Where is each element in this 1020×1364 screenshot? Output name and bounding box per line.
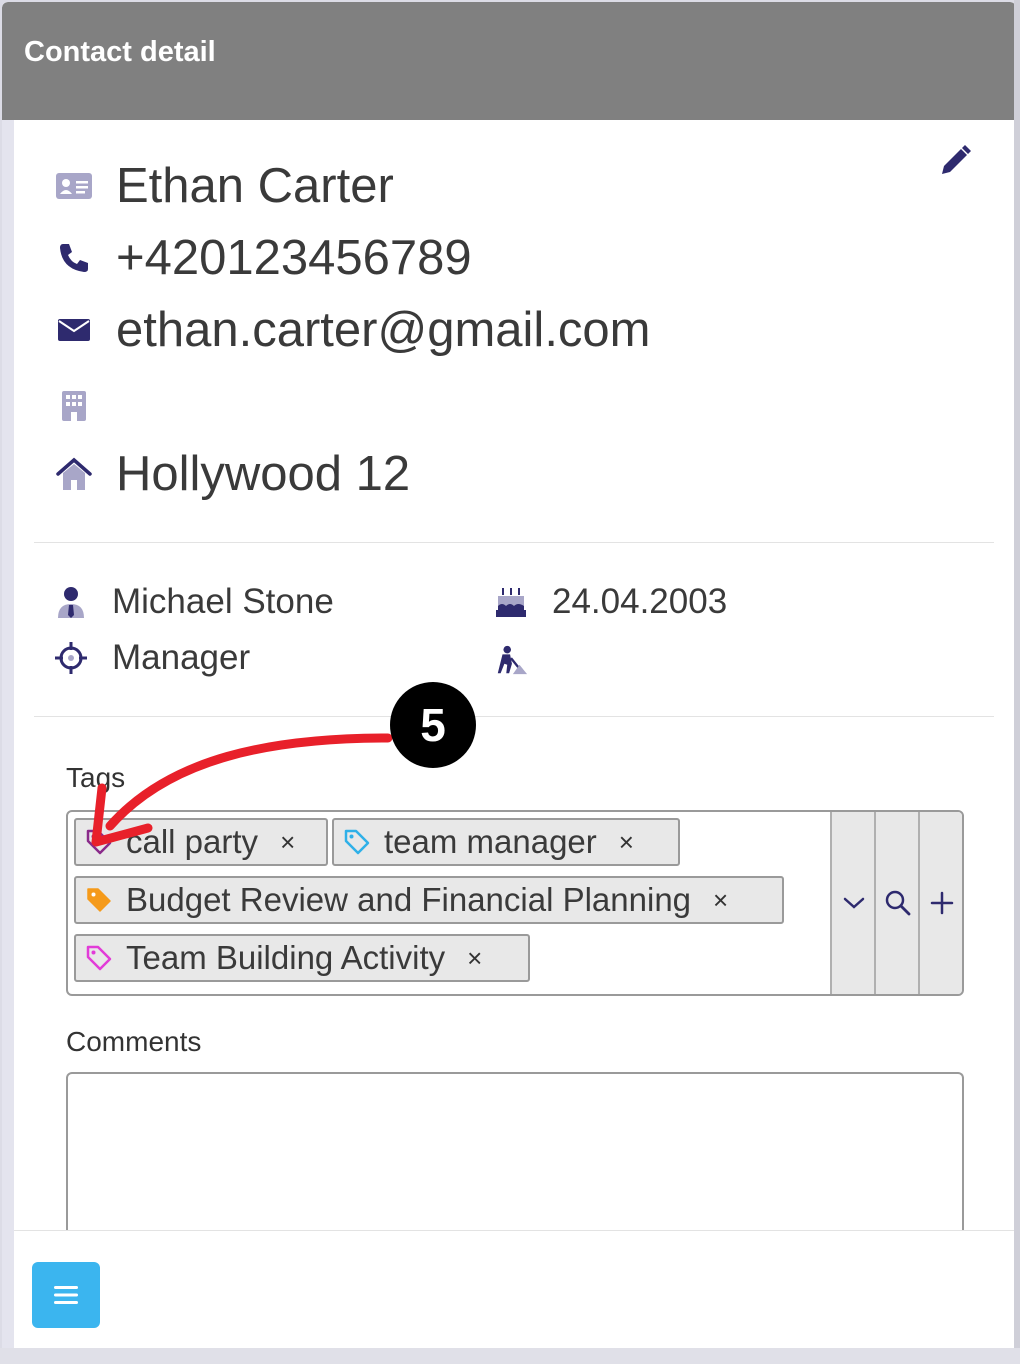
envelope-icon xyxy=(54,310,94,350)
tag-chip[interactable]: call party × xyxy=(74,818,328,866)
owner-row: Michael Stone xyxy=(54,580,334,624)
birthday-date: 24.04.2003 xyxy=(552,582,728,621)
address-row: Hollywood 12 xyxy=(54,444,410,504)
tags-search-button[interactable] xyxy=(874,812,919,994)
step-badge: 5 xyxy=(390,682,476,768)
building-icon xyxy=(54,386,94,426)
tags-add-button[interactable] xyxy=(918,812,962,994)
occupation-row xyxy=(494,638,552,682)
email-row: ethan.carter@gmail.com xyxy=(54,300,651,360)
tag-label: Budget Review and Financial Planning xyxy=(126,881,692,918)
divider xyxy=(34,716,994,717)
bottom-toolbar xyxy=(14,1230,1016,1348)
comments-label: Comments xyxy=(66,1026,202,1057)
birthday-row: 24.04.2003 xyxy=(494,580,727,624)
tag-label: team manager xyxy=(384,823,597,860)
name-row: Ethan Carter xyxy=(54,156,394,216)
tags-input[interactable]: call party × team manager × Budget Revie… xyxy=(66,810,964,996)
contact-name: Ethan Carter xyxy=(116,159,394,213)
remove-tag-button[interactable]: × xyxy=(619,827,634,858)
tag-icon xyxy=(84,827,114,857)
phone-row: +420123456789 xyxy=(54,228,472,288)
edit-button[interactable] xyxy=(934,142,974,182)
tag-chip[interactable]: Team Building Activity × xyxy=(74,934,530,982)
menu-button[interactable] xyxy=(32,1262,100,1328)
search-icon xyxy=(885,890,910,916)
tag-icon xyxy=(84,885,114,915)
contact-detail-window: Contact detail Ethan Carter +42012345678… xyxy=(2,2,1016,1348)
birthday-cake-icon xyxy=(494,585,528,619)
window-edge xyxy=(0,1348,1020,1364)
id-card-icon xyxy=(54,166,94,206)
position-title: Manager xyxy=(112,638,251,677)
tags-dropdown-button[interactable] xyxy=(830,812,875,994)
tag-chip[interactable]: team manager × xyxy=(332,818,680,866)
left-strip xyxy=(2,120,14,1348)
remove-tag-button[interactable]: × xyxy=(280,827,295,858)
tag-label: call party xyxy=(126,823,259,860)
titlebar: Contact detail xyxy=(2,2,1016,120)
contact-email: ethan.carter@gmail.com xyxy=(116,303,651,357)
phone-icon xyxy=(54,238,94,278)
tag-icon xyxy=(84,943,114,973)
pencil-icon xyxy=(942,145,971,174)
crosshairs-icon xyxy=(54,641,88,675)
contact-phone: +420123456789 xyxy=(116,231,472,285)
tag-chip[interactable]: Budget Review and Financial Planning × xyxy=(74,876,784,924)
contact-address: Hollywood 12 xyxy=(116,447,411,501)
remove-tag-button[interactable]: × xyxy=(467,943,482,974)
home-icon xyxy=(54,454,94,494)
window-edge xyxy=(1014,0,1020,1364)
menu-icon xyxy=(54,1286,78,1304)
window-title: Contact detail xyxy=(24,36,216,68)
owner-name: Michael Stone xyxy=(112,582,334,621)
chevron-down-icon xyxy=(843,897,864,909)
remove-tag-button[interactable]: × xyxy=(713,885,728,916)
company-row xyxy=(54,376,116,436)
tag-label: Team Building Activity xyxy=(126,939,446,976)
user-tie-icon xyxy=(54,585,88,619)
tags-label: Tags xyxy=(66,762,126,793)
person-digging-icon xyxy=(494,643,528,677)
content-area: Ethan Carter +420123456789 ethan.carter@… xyxy=(14,120,1016,1348)
divider xyxy=(34,542,994,543)
position-row: Manager xyxy=(54,636,250,680)
plus-icon xyxy=(930,891,953,915)
tag-icon xyxy=(342,827,372,857)
